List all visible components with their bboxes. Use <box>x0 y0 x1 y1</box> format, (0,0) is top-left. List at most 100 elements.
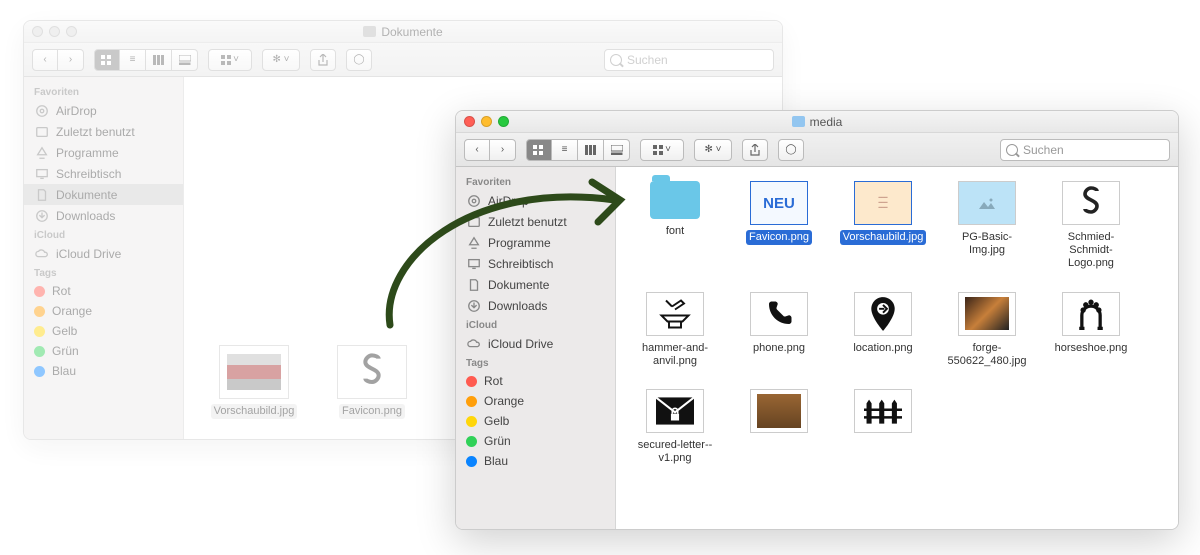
sidebar-tag-gelb[interactable]: Gelb <box>456 411 615 431</box>
sidebar-item-desktop[interactable]: Schreibtisch <box>456 253 615 274</box>
titlebar[interactable]: media <box>456 111 1178 133</box>
nav-back-button[interactable]: ‹ <box>464 139 490 161</box>
thumbnail-icon <box>750 292 808 336</box>
group-button[interactable]: ˅ <box>640 139 684 161</box>
apps-icon <box>34 145 49 160</box>
sidebar-tag-orange[interactable]: Orange <box>456 391 615 411</box>
sidebar-tags-header: Tags <box>24 264 183 281</box>
sidebar-item-recent[interactable]: Zuletzt benutzt <box>24 121 183 142</box>
file-favicon[interactable]: Favicon.png <box>322 345 422 419</box>
tag-dot-icon <box>34 346 45 357</box>
sidebar-tag-rot[interactable]: Rot <box>24 281 183 301</box>
sidebar-item-dokumente[interactable]: Dokumente <box>24 184 183 205</box>
action-button[interactable]: ✻ ˅ <box>262 49 300 71</box>
group-button[interactable]: ˅ <box>208 49 252 71</box>
sidebar-tag-blau[interactable]: Blau <box>456 451 615 471</box>
sidebar-item-icloud[interactable]: iCloud Drive <box>24 243 183 264</box>
sidebar-tag-gruen[interactable]: Grün <box>24 341 183 361</box>
toolbar: ‹ › ≡ ˅ ✻ ˅ ◯ Suchen <box>24 43 782 77</box>
view-icons-button[interactable] <box>94 49 120 71</box>
view-columns-button[interactable] <box>146 49 172 71</box>
nav-back-button[interactable]: ‹ <box>32 49 58 71</box>
action-button[interactable]: ✻ ˅ <box>694 139 732 161</box>
downloads-icon <box>466 298 481 313</box>
toolbar: ‹ › ≡ ˅ ✻ ˅ ◯ Suchen <box>456 133 1178 167</box>
file-font-folder[interactable]: font <box>630 181 720 272</box>
tag-dot-icon <box>466 456 477 467</box>
tag-dot-icon <box>466 376 477 387</box>
thumbnail-icon <box>646 389 704 433</box>
file-horseshoe[interactable]: horseshoe.png <box>1046 292 1136 369</box>
file-phone[interactable]: phone.png <box>734 292 824 369</box>
sidebar-item-desktop[interactable]: Schreibtisch <box>24 163 183 184</box>
minimize-icon[interactable] <box>49 26 60 37</box>
file-schmied-logo[interactable]: Schmied-Schmidt-Logo.png <box>1046 181 1136 272</box>
file-pg-basic-img[interactable]: PG-Basic-Img.jpg <box>942 181 1032 272</box>
sidebar-item-icloud[interactable]: iCloud Drive <box>456 333 615 354</box>
minimize-icon[interactable] <box>481 116 492 127</box>
file-secured-letter[interactable]: secured-letter--v1.png <box>630 389 720 466</box>
close-icon[interactable] <box>32 26 43 37</box>
file-fence-partial[interactable] <box>838 389 928 466</box>
sidebar-icloud-header: iCloud <box>456 316 615 333</box>
thumbnail-icon <box>854 292 912 336</box>
thumbnail-icon: NEU <box>750 181 808 225</box>
search-input[interactable]: Suchen <box>1000 139 1170 161</box>
sidebar-item-downloads[interactable]: Downloads <box>456 295 615 316</box>
titlebar[interactable]: Dokumente <box>24 21 782 43</box>
sidebar-item-dokumente[interactable]: Dokumente <box>456 274 615 295</box>
sidebar-favorites-header: Favoriten <box>24 83 183 100</box>
sidebar-icloud-header: iCloud <box>24 226 183 243</box>
tag-dot-icon <box>34 306 45 317</box>
file-location[interactable]: location.png <box>838 292 928 369</box>
folder-icon <box>363 26 376 37</box>
sidebar-tag-orange[interactable]: Orange <box>24 301 183 321</box>
sidebar-item-recent[interactable]: Zuletzt benutzt <box>456 211 615 232</box>
sidebar-tag-gruen[interactable]: Grün <box>456 431 615 451</box>
desktop-icon <box>34 166 49 181</box>
maximize-icon[interactable] <box>66 26 77 37</box>
sidebar-item-airdrop[interactable]: AirDrop <box>24 100 183 121</box>
thumbnail-icon <box>958 292 1016 336</box>
tags-button[interactable]: ◯ <box>346 49 372 71</box>
sidebar-favorites-header: Favoriten <box>456 173 615 190</box>
tag-dot-icon <box>466 396 477 407</box>
thumbnail-icon <box>337 345 407 399</box>
close-icon[interactable] <box>464 116 475 127</box>
tag-dot-icon <box>466 436 477 447</box>
file-vorschaubild[interactable]: Vorschaubild.jpg <box>204 345 304 419</box>
cloud-icon <box>466 336 481 351</box>
view-gallery-button[interactable] <box>604 139 630 161</box>
maximize-icon[interactable] <box>498 116 509 127</box>
share-button[interactable] <box>742 139 768 161</box>
sidebar-tags-header: Tags <box>456 354 615 371</box>
view-icons-button[interactable] <box>526 139 552 161</box>
file-favicon[interactable]: NEU Favicon.png <box>734 181 824 272</box>
file-vorschaubild[interactable]: ━━━━━━━━━ Vorschaubild.jpg <box>838 181 928 272</box>
search-input[interactable]: Suchen <box>604 49 774 71</box>
share-button[interactable] <box>310 49 336 71</box>
file-img-partial[interactable] <box>734 389 824 466</box>
thumbnail-icon <box>750 389 808 433</box>
thumbnail-icon <box>958 181 1016 225</box>
view-gallery-button[interactable] <box>172 49 198 71</box>
tags-button[interactable]: ◯ <box>778 139 804 161</box>
view-columns-button[interactable] <box>578 139 604 161</box>
sidebar-item-apps[interactable]: Programme <box>24 142 183 163</box>
sidebar-item-downloads[interactable]: Downloads <box>24 205 183 226</box>
nav-forward-button[interactable]: › <box>490 139 516 161</box>
file-forge[interactable]: forge-550622_480.jpg <box>942 292 1032 369</box>
tag-dot-icon <box>466 416 477 427</box>
content-area[interactable]: font NEU Favicon.png ━━━━━━━━━ Vorschaub… <box>616 167 1178 529</box>
thumbnail-icon <box>1062 181 1120 225</box>
view-list-button[interactable]: ≡ <box>120 49 146 71</box>
file-hammer-anvil[interactable]: hammer-and-anvil.png <box>630 292 720 369</box>
airdrop-icon <box>466 193 481 208</box>
nav-forward-button[interactable]: › <box>58 49 84 71</box>
sidebar-item-apps[interactable]: Programme <box>456 232 615 253</box>
sidebar-tag-blau[interactable]: Blau <box>24 361 183 381</box>
view-list-button[interactable]: ≡ <box>552 139 578 161</box>
sidebar-item-airdrop[interactable]: AirDrop <box>456 190 615 211</box>
sidebar-tag-rot[interactable]: Rot <box>456 371 615 391</box>
sidebar-tag-gelb[interactable]: Gelb <box>24 321 183 341</box>
